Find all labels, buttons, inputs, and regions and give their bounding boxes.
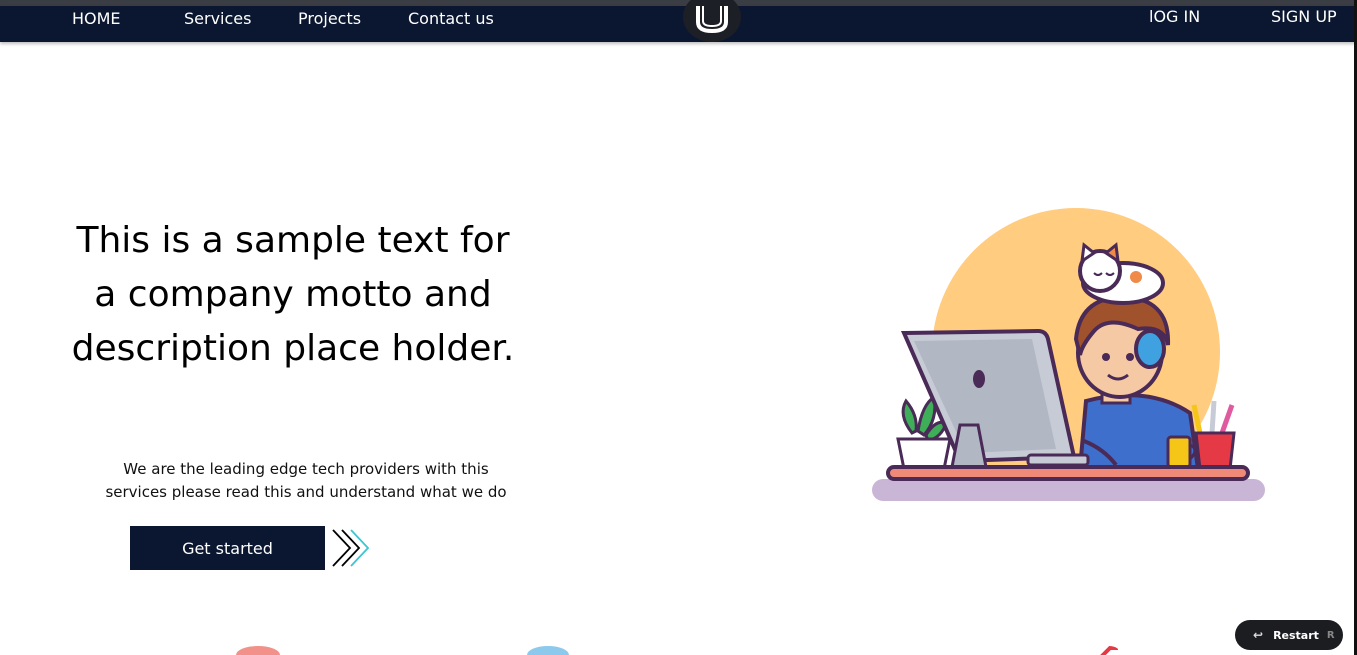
restart-shortcut: R xyxy=(1326,629,1335,641)
nav-signup-link[interactable]: SIGN UP xyxy=(1271,8,1337,26)
undo-arrow-icon: ↩ xyxy=(1253,628,1264,642)
nav-services-link[interactable]: Services xyxy=(184,10,251,28)
double-chevron-right-icon xyxy=(332,529,370,567)
person-with-cat-at-computer-illustration xyxy=(872,208,1265,501)
get-started-button[interactable]: Get started xyxy=(130,526,325,570)
hero-subtext: We are the leading edge tech providers w… xyxy=(105,460,507,501)
u-logo-icon xyxy=(696,6,728,34)
feature-icon-check xyxy=(1100,646,1118,655)
feature-icon-blue xyxy=(527,646,569,655)
top-navbar: HOME Services Projects Contact us lOG IN… xyxy=(0,6,1357,42)
restart-label: Restart xyxy=(1273,628,1319,642)
site-logo[interactable] xyxy=(683,0,741,42)
nav-projects-link[interactable]: Projects xyxy=(298,10,361,28)
mug-icon xyxy=(1166,435,1197,469)
hero-headline: This is a sample text for a company mott… xyxy=(71,220,515,369)
nav-contact-link[interactable]: Contact us xyxy=(408,10,494,28)
feature-icon-red xyxy=(236,646,280,655)
nav-home-link[interactable]: HOME xyxy=(72,10,121,28)
nav-login-link[interactable]: lOG IN xyxy=(1149,8,1200,26)
restart-button[interactable]: ↩ Restart R xyxy=(1235,620,1343,650)
